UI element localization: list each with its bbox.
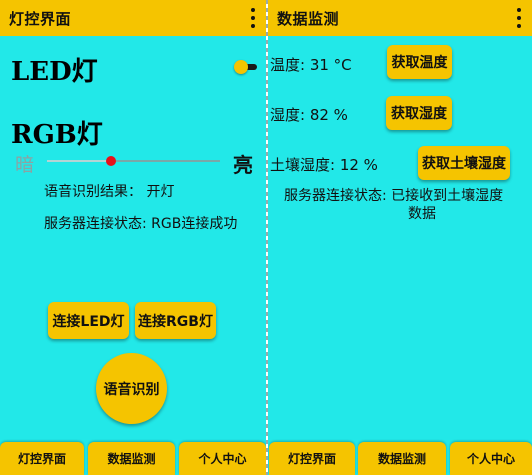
slider-fill bbox=[47, 160, 111, 162]
tab-profile[interactable]: 个人中心 bbox=[450, 442, 532, 475]
tab-data-monitor[interactable]: 数据监测 bbox=[88, 442, 175, 475]
get-temperature-button[interactable]: 获取温度 bbox=[387, 45, 452, 79]
slider-thumb[interactable] bbox=[106, 156, 116, 166]
app-bar: 灯控界面 bbox=[0, 0, 266, 36]
rgb-label: RGB灯 bbox=[11, 120, 103, 150]
tab-data-monitor[interactable]: 数据监测 bbox=[358, 442, 446, 475]
led-switch[interactable] bbox=[234, 60, 258, 74]
app-title: 灯控界面 bbox=[9, 9, 72, 28]
more-vert-icon[interactable] bbox=[250, 8, 256, 28]
humidity-text: 湿度: 82 % bbox=[270, 106, 348, 124]
app-bar: 数据监测 bbox=[268, 0, 532, 36]
get-humidity-button[interactable]: 获取湿度 bbox=[386, 96, 452, 130]
connect-led-button[interactable]: 连接LED灯 bbox=[48, 302, 129, 339]
tab-profile[interactable]: 个人中心 bbox=[179, 442, 266, 475]
voice-result-text: 语音识别结果： 开灯 bbox=[44, 184, 175, 200]
get-soil-humidity-button[interactable]: 获取土壤湿度 bbox=[418, 146, 510, 180]
server-status-text: 服务器连接状态: 已接收到土壤湿度 bbox=[284, 188, 504, 204]
soil-humidity-text: 土壤湿度: 12 % bbox=[270, 156, 378, 174]
server-status-text: 服务器连接状态: RGB连接成功 bbox=[44, 216, 238, 232]
light-control-screen: 灯控界面 LED灯 RGB灯 暗 亮 语音识别结果： 开灯 服务器连接状态: R… bbox=[0, 0, 266, 475]
slider-dark-label: 暗 bbox=[15, 154, 35, 176]
tab-light-control[interactable]: 灯控界面 bbox=[269, 442, 355, 475]
more-vert-icon[interactable] bbox=[516, 8, 522, 28]
data-monitor-screen: 数据监测 温度: 31 °C 获取温度 湿度: 82 % 获取湿度 土壤湿度: … bbox=[268, 0, 532, 475]
slider-bright-label: 亮 bbox=[233, 153, 253, 177]
voice-recognition-button[interactable]: 语音识别 bbox=[96, 353, 167, 424]
led-label: LED灯 bbox=[11, 57, 98, 87]
connect-rgb-button[interactable]: 连接RGB灯 bbox=[135, 302, 216, 339]
server-status-text-line2: 数据 bbox=[408, 206, 436, 222]
slider-track bbox=[111, 160, 220, 162]
brightness-slider[interactable] bbox=[47, 153, 220, 169]
temperature-text: 温度: 31 °C bbox=[270, 56, 352, 74]
tab-light-control[interactable]: 灯控界面 bbox=[0, 442, 84, 475]
app-title: 数据监测 bbox=[277, 9, 340, 28]
